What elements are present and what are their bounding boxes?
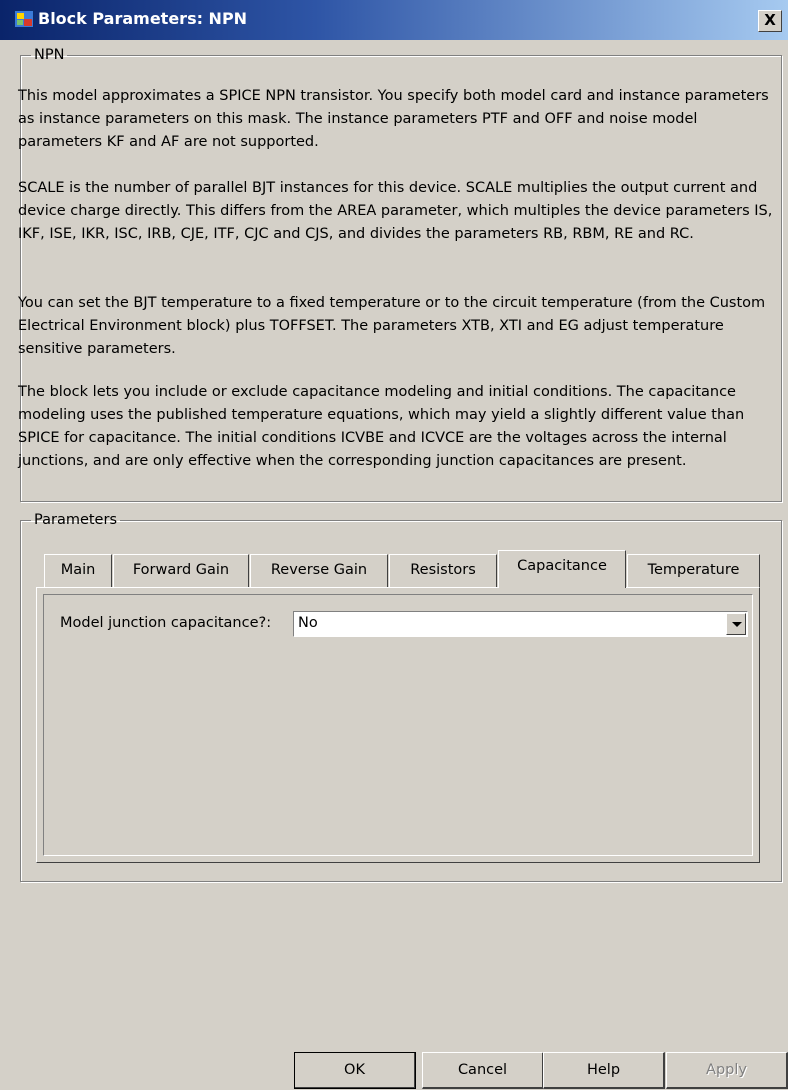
tab-reverse-gain[interactable]: Reverse Gain <box>250 554 388 587</box>
close-button[interactable]: X <box>758 10 782 32</box>
junction-capacitance-dropdown[interactable]: No <box>293 611 748 637</box>
dropdown-selected-value: No <box>298 615 318 631</box>
title-bar[interactable]: Block Parameters: NPN X <box>0 0 788 40</box>
simulink-block-icon <box>14 10 34 28</box>
window-title: Block Parameters: NPN <box>38 9 248 28</box>
description-paragraph: The block lets you include or exclude ca… <box>18 384 745 469</box>
chevron-down-icon[interactable] <box>726 613 746 635</box>
cancel-button[interactable]: Cancel <box>422 1052 544 1089</box>
tab-main[interactable]: Main <box>44 554 112 587</box>
apply-button[interactable]: Apply <box>666 1052 788 1089</box>
tab-temperature[interactable]: Temperature <box>627 554 760 587</box>
tab-forward-gain[interactable]: Forward Gain <box>113 554 249 587</box>
description-paragraph: SCALE is the number of parallel BJT inst… <box>18 180 773 242</box>
description-paragraph: This model approximates a SPICE NPN tran… <box>18 88 769 150</box>
description-paragraph: You can set the BJT temperature to a fix… <box>18 295 766 357</box>
help-button[interactable]: Help <box>543 1052 665 1089</box>
junction-capacitance-label: Model junction capacitance?: <box>60 615 272 631</box>
description-group-label: NPN <box>34 47 65 63</box>
tab-resistors[interactable]: Resistors <box>389 554 497 587</box>
ok-button[interactable]: OK <box>294 1052 416 1089</box>
tab-capacitance[interactable]: Capacitance <box>498 550 626 588</box>
parameters-group-label: Parameters <box>34 512 117 528</box>
